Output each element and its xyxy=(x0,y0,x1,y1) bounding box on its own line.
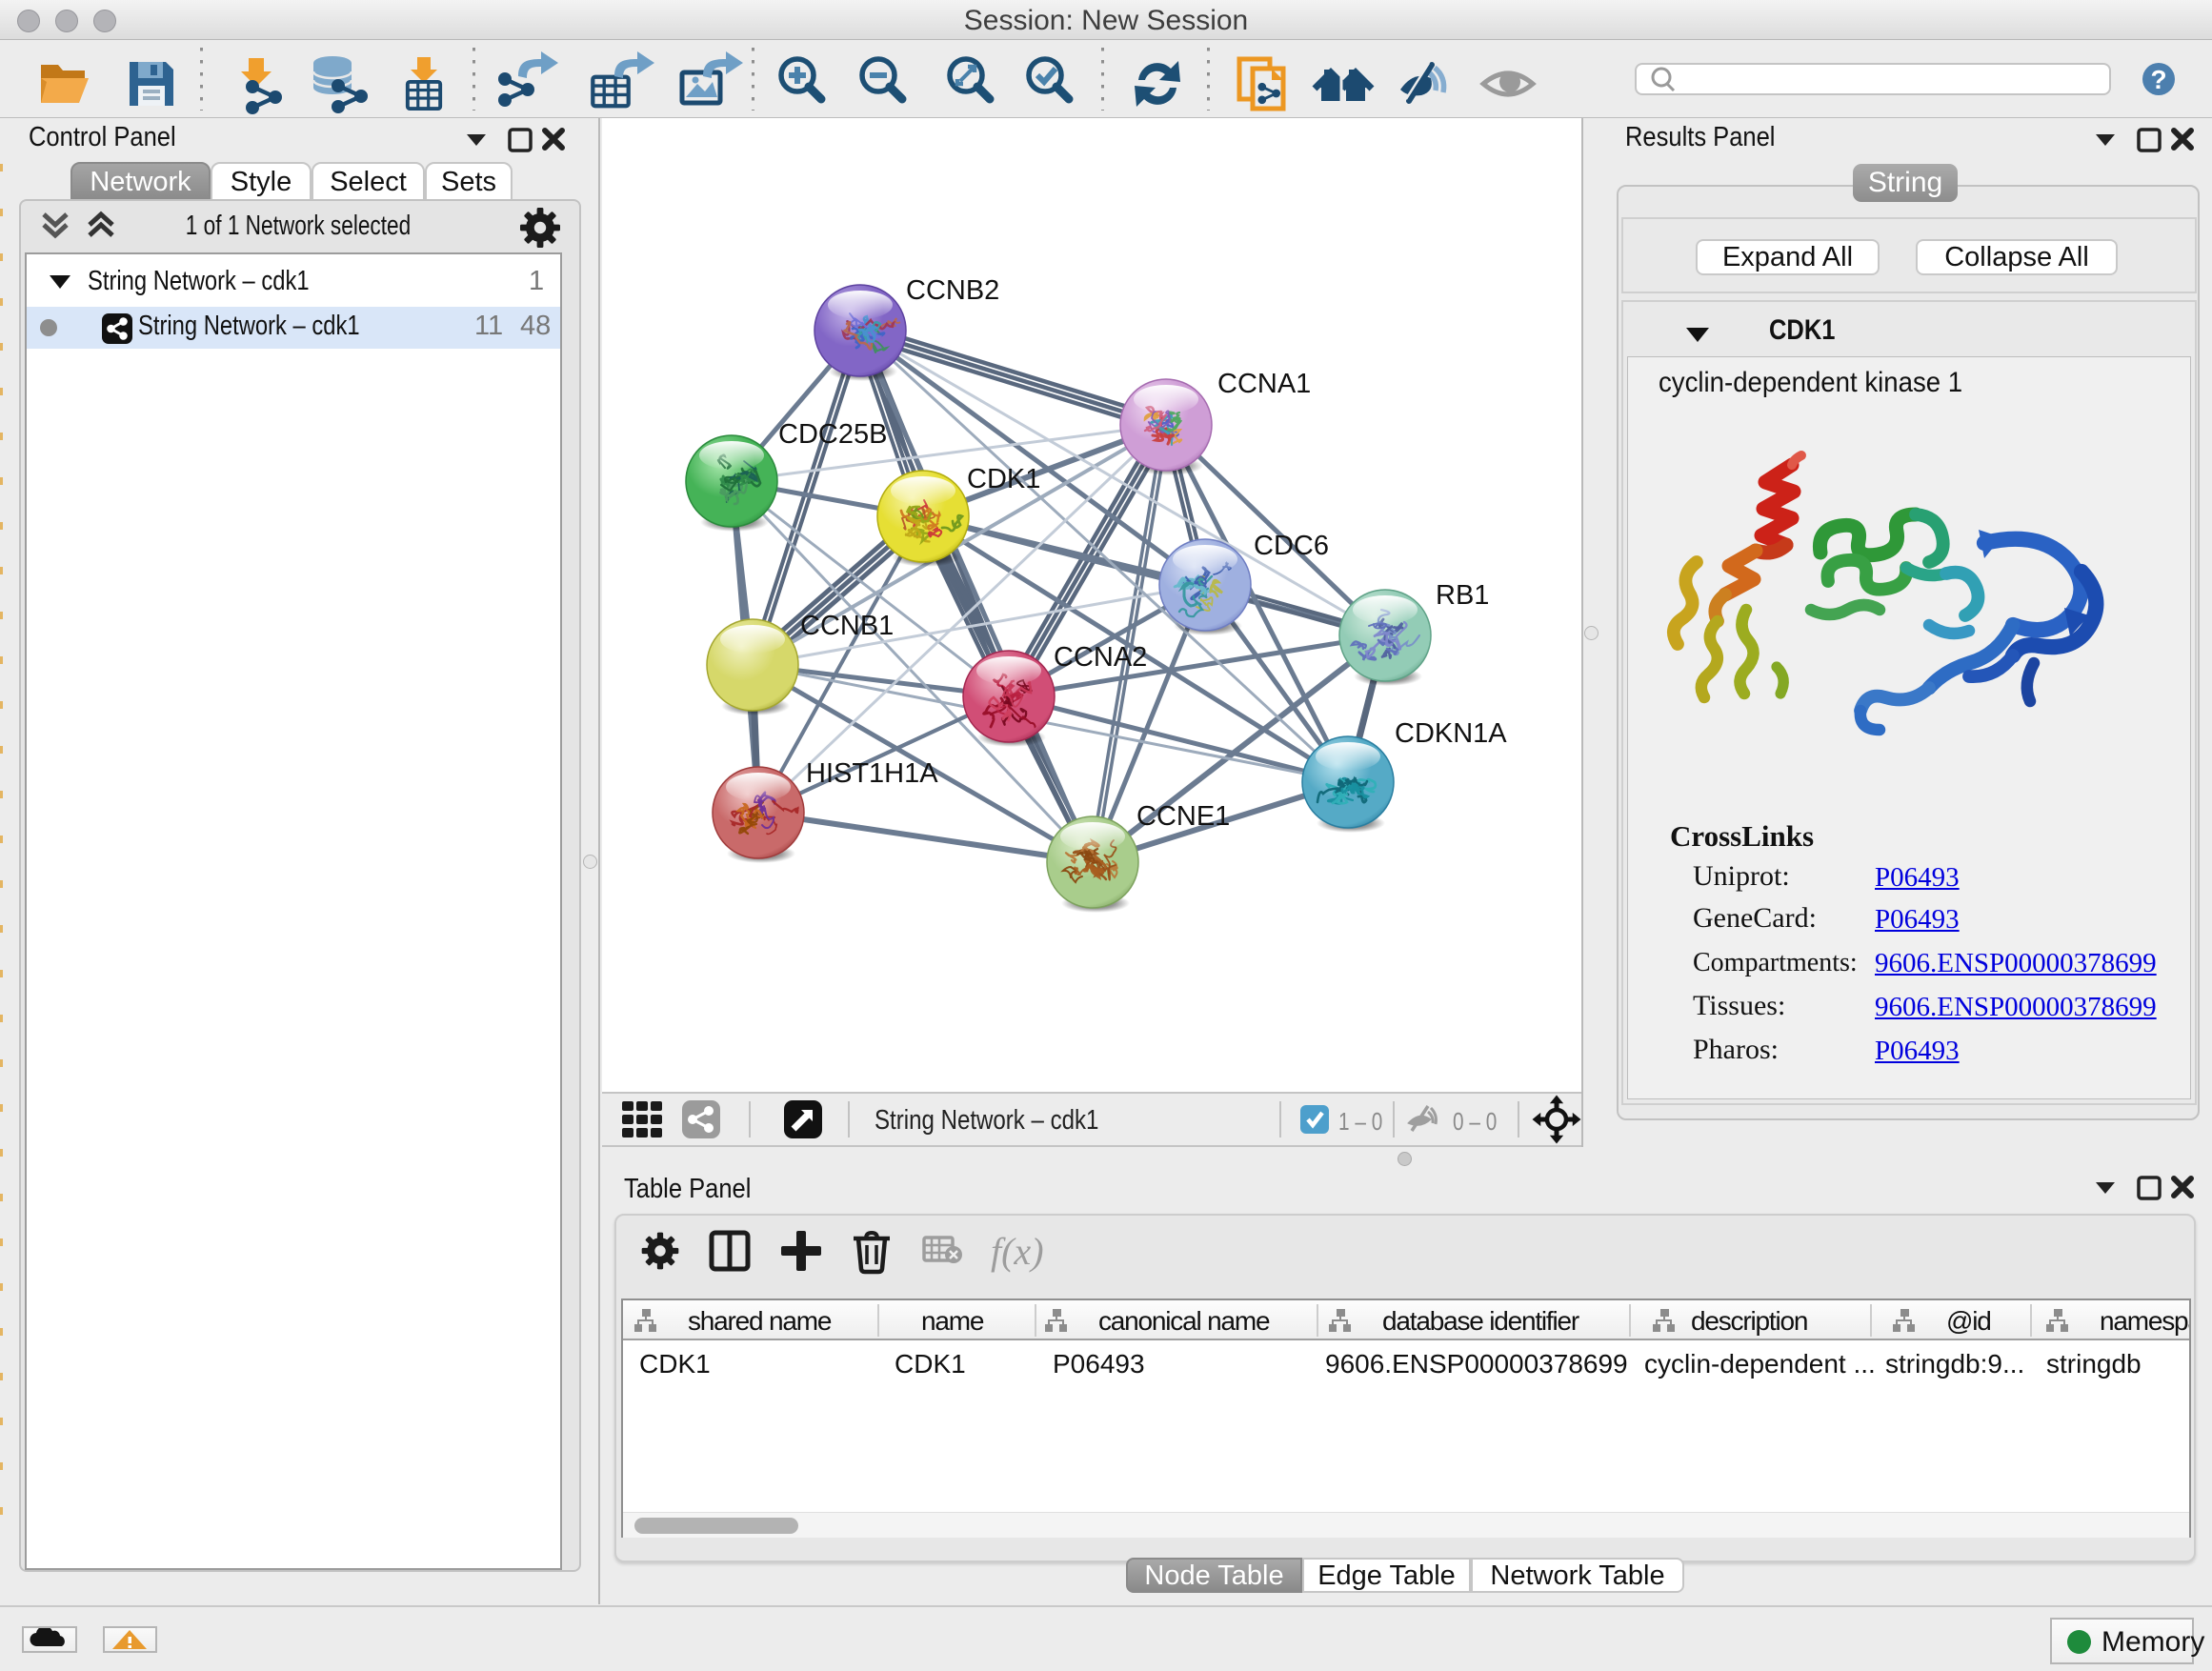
svg-text:@id: @id xyxy=(1946,1306,1991,1336)
svg-text:CDC25B: CDC25B xyxy=(778,419,887,450)
svg-text:RB1: RB1 xyxy=(1436,580,1489,611)
svg-text:CCNA1: CCNA1 xyxy=(1217,369,1311,399)
svg-text:f(x): f(x) xyxy=(991,1230,1044,1273)
svg-text:description: description xyxy=(1691,1306,1807,1336)
svg-text:CDKN1A: CDKN1A xyxy=(1395,718,1507,749)
svg-text:canonical name: canonical name xyxy=(1098,1306,1270,1336)
svg-text:CCNB2: CCNB2 xyxy=(906,275,999,306)
svg-text:name: name xyxy=(921,1306,984,1336)
svg-text:CDC6: CDC6 xyxy=(1254,531,1329,561)
svg-text:?: ? xyxy=(2150,65,2166,94)
svg-text:CCNB1: CCNB1 xyxy=(800,611,894,641)
svg-text:CCNA2: CCNA2 xyxy=(1054,642,1147,673)
svg-text:CCNE1: CCNE1 xyxy=(1136,801,1230,832)
svg-text:database identifier: database identifier xyxy=(1382,1306,1579,1336)
svg-text:HIST1H1A: HIST1H1A xyxy=(806,758,938,789)
svg-text:CDK1: CDK1 xyxy=(967,464,1040,494)
svg-text:shared name: shared name xyxy=(688,1306,832,1336)
svg-text:namespac: namespac xyxy=(2100,1306,2189,1336)
